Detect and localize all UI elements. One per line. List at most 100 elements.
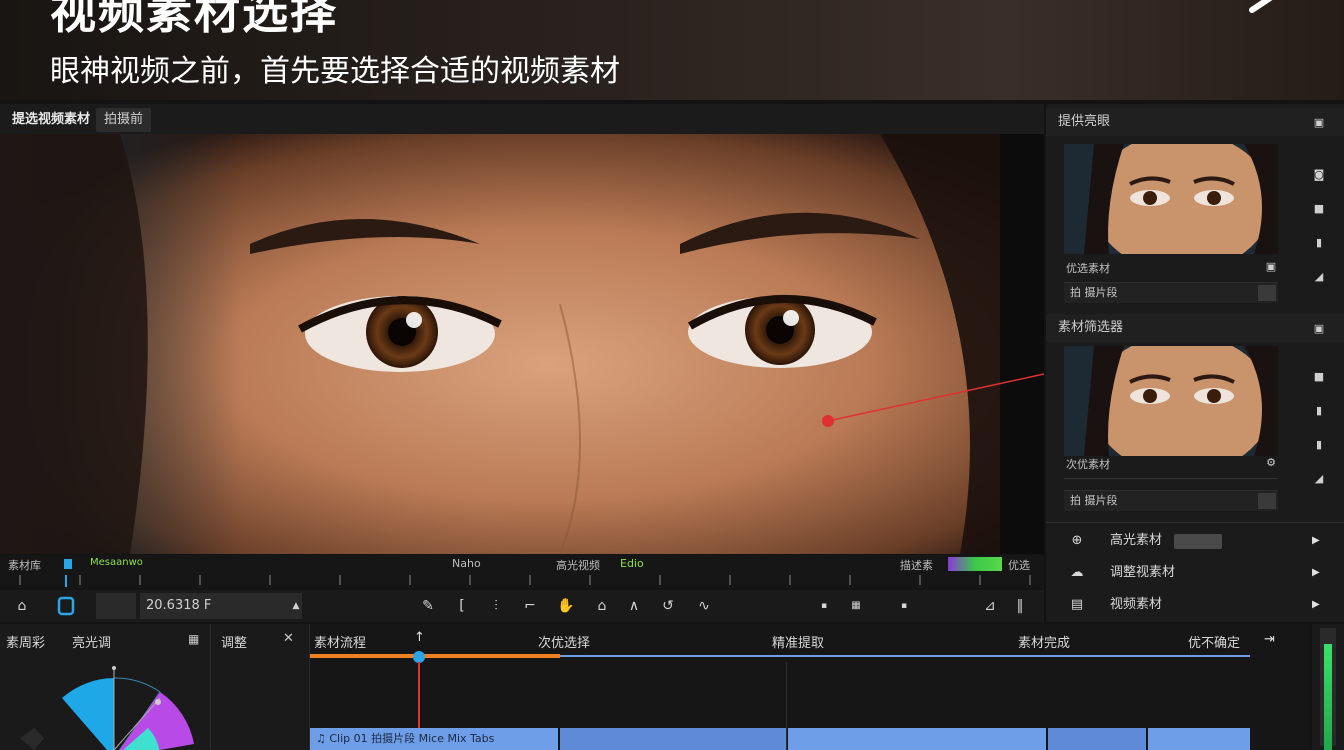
timeline[interactable]: 素材流程 ↑ 次优选择 精准提取 素材完成 优不确定 ♫ Clip 01 拍摄片… xyxy=(310,624,1310,750)
ruler-marker-4: 描述素 xyxy=(900,559,933,572)
color-label-b: 亮光调 xyxy=(72,636,112,651)
bar-icon-3[interactable]: ▮ xyxy=(1312,438,1326,452)
level-icon[interactable]: ◢ xyxy=(1312,270,1326,284)
wave-icon[interactable]: ∿ xyxy=(692,594,716,618)
video-clip-1[interactable]: ♫ Clip 01 拍摄片段 Mice Mix Tabs xyxy=(310,728,558,750)
loop-icon[interactable]: ↺ xyxy=(656,594,680,618)
pen-icon[interactable]: ✎ xyxy=(416,594,440,618)
thumb2-meta-text: 拍 摄片段 xyxy=(1070,494,1118,507)
library-label: 素材库 xyxy=(8,559,41,572)
panel-header-2-label: 素材筛选器 xyxy=(1058,320,1124,335)
audio-meter xyxy=(1312,624,1344,750)
arrow-icon xyxy=(1249,0,1273,13)
marker-blue[interactable] xyxy=(64,559,72,569)
work-area-bar[interactable] xyxy=(310,654,560,658)
preview-ruler[interactable]: 素材库 Mesaanwo Naho 高光视频 Edio 描述素 优选 xyxy=(0,555,1044,589)
chevron-right-icon: ▶ xyxy=(1312,567,1320,578)
panel-header-1: 提供亮眼 xyxy=(1046,108,1344,136)
bracket-in-icon[interactable]: [ xyxy=(450,594,474,618)
color-wheel[interactable] xyxy=(20,658,210,750)
green-marker-label: Mesaanwo xyxy=(90,557,143,568)
footage-panel: 提供亮眼 ▣ ◙ ■ ▮ ◢ 优选素材 ▣ 拍 摄片段 素材筛选器 ▣ ■ ▮ … xyxy=(1046,104,1344,622)
caret-icon[interactable]: ∧ xyxy=(622,594,646,618)
track-divider xyxy=(786,662,787,750)
menu-item-adjust[interactable]: ☁ 调整视素材 ▶ xyxy=(1046,558,1344,588)
video-clip-2[interactable] xyxy=(560,728,786,750)
menu-item-highlight[interactable]: ⊕ 高光素材 ▶ xyxy=(1046,526,1344,556)
menu-label-highlight: 高光素材 xyxy=(1110,533,1163,548)
playhead-icon xyxy=(57,596,75,616)
filter-icon: ⊕ xyxy=(1071,533,1083,548)
snap-icon[interactable]: ⊿ xyxy=(978,594,1002,618)
ruler-marker-1: Naho xyxy=(452,557,481,570)
adjust-panel: 调整 ✕ xyxy=(211,624,310,750)
thumb2-scrub[interactable] xyxy=(1064,478,1278,487)
panel-menu-icon[interactable]: ▣ xyxy=(1312,116,1326,130)
thumb2-options-icon[interactable]: ⚙ xyxy=(1264,456,1278,470)
home-icon[interactable]: ⌂ xyxy=(10,594,34,618)
ruler-ticks xyxy=(19,575,1031,587)
thumb2-meta-swatch[interactable] xyxy=(1258,493,1276,509)
panel-grid-icon[interactable]: ▦ xyxy=(188,632,199,646)
palette-icon: ☁ xyxy=(1070,565,1084,580)
chevron-right-icon: ▶ xyxy=(1312,599,1320,610)
thumb1-meta-swatch[interactable] xyxy=(1258,285,1276,301)
level-icon-2[interactable]: ◢ xyxy=(1312,472,1326,486)
square-icon-2[interactable]: ■ xyxy=(1312,370,1326,384)
square-icon[interactable]: ■ xyxy=(1312,202,1326,216)
panel-header-2: 素材筛选器 xyxy=(1046,314,1344,342)
timeline-label-5: 优不确定 xyxy=(1188,636,1241,651)
playhead-button[interactable] xyxy=(54,594,78,618)
pause-icon[interactable]: ‖ xyxy=(1008,594,1032,618)
timeline-label-1: 素材流程 xyxy=(314,636,367,651)
tab-select-footage[interactable]: 提选视频素材 xyxy=(4,108,98,132)
menu-badge xyxy=(1174,534,1222,549)
adjust-label: 调整 xyxy=(221,636,248,651)
tab-shoot[interactable]: 拍摄前 xyxy=(96,108,152,132)
menu-label-adjust: 调整视素材 xyxy=(1110,565,1176,580)
expand-icon[interactable]: ⇥ xyxy=(1264,632,1275,647)
ruler-marker-3: Edio xyxy=(620,557,644,570)
crop-icon[interactable]: ⌂ xyxy=(590,594,614,618)
bar-icon-2[interactable]: ▮ xyxy=(1312,404,1326,418)
pointer-annotation xyxy=(822,373,1044,427)
video-clip-5[interactable] xyxy=(1148,728,1250,750)
timeline-label-2: 次优选择 xyxy=(538,636,591,651)
banner-subtitle: 眼神视频之前，首先要选择合适的视频素材 xyxy=(50,54,620,89)
color-panel: 素周彩 亮光调 ▦ xyxy=(0,624,211,750)
menu-label-video: 视频素材 xyxy=(1110,597,1163,612)
lock-icon[interactable]: ◙ xyxy=(1312,168,1326,182)
triangle-up-icon[interactable]: ▲ xyxy=(284,594,308,618)
thumb1-options-icon[interactable]: ▣ xyxy=(1264,260,1278,274)
hand-icon[interactable]: ✋ xyxy=(554,594,578,618)
playback-controls: ⌂ 20.6318 F ▲ ✎ [ ⫶ ⌐ ✋ ⌂ ∧ ↺ ∿ ▪ ▦ ▪ ⊿ … xyxy=(0,590,1044,622)
bottom-workspace: 素周彩 亮光调 ▦ 调整 ✕ 素材流程 ↑ 次优选择 精准提取 素材完成 优不确… xyxy=(0,624,1344,750)
video-clip-3[interactable] xyxy=(788,728,1046,750)
split-icon[interactable]: ⫶ xyxy=(484,594,508,618)
footage-thumbnail-2[interactable] xyxy=(1064,346,1278,456)
color-swatches[interactable] xyxy=(948,557,1002,571)
thumb2-meta: 拍 摄片段 xyxy=(1064,490,1278,511)
ruler-marker-2: 高光视频 xyxy=(556,559,600,572)
panel-menu-icon-2[interactable]: ▣ xyxy=(1312,322,1326,336)
meter-level xyxy=(1324,644,1332,750)
dot-icon-2[interactable]: ▪ xyxy=(892,594,916,618)
thumb2-label: 次优素材 xyxy=(1066,458,1110,471)
bracket-out-icon[interactable]: ⌐ xyxy=(518,594,542,618)
video-clip-4[interactable] xyxy=(1048,728,1146,750)
timecode-swatch xyxy=(96,593,136,619)
banner-title: 视频素材选择 xyxy=(50,0,338,39)
timeline-range-bar xyxy=(560,655,1250,657)
pin-icon[interactable]: ✕ xyxy=(283,631,294,646)
footage-thumbnail-1[interactable] xyxy=(1064,144,1278,254)
title-banner: 视频素材选择 眼神视频之前，首先要选择合适的视频素材 xyxy=(0,0,1344,100)
menu-item-video[interactable]: ▤ 视频素材 ▶ xyxy=(1046,590,1344,620)
ruler-end-label: 优选 xyxy=(1008,559,1030,572)
video-preview[interactable] xyxy=(0,134,1044,554)
grid-icon[interactable]: ▦ xyxy=(844,594,868,618)
bar-icon[interactable]: ▮ xyxy=(1312,236,1326,250)
playhead-top-icon[interactable]: ↑ xyxy=(414,630,425,645)
preview-tab-bar: 提选视频素材 拍摄前 xyxy=(0,104,1044,134)
dot-icon[interactable]: ▪ xyxy=(812,594,836,618)
timecode-field[interactable]: 20.6318 F xyxy=(140,593,302,619)
